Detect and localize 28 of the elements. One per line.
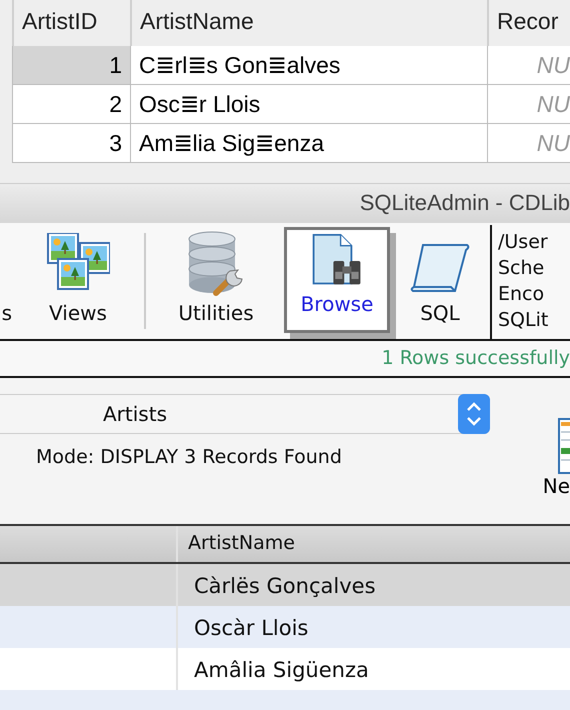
table-select[interactable]: Artists	[0, 394, 490, 434]
database-info-line: Enco	[498, 282, 546, 307]
table-cell: 2	[12, 85, 130, 124]
table-cell: C≣rl≣s Gon≣alves	[130, 46, 487, 85]
database-info-line: Sche	[498, 256, 546, 281]
toolbar-button[interactable]: SQL	[398, 222, 482, 339]
table-cell: NU	[487, 124, 570, 163]
table-cell: NU	[487, 85, 570, 124]
mode-text: Mode: DISPLAY 3 Records Found	[36, 446, 343, 468]
new-button[interactable]: Ne	[540, 418, 570, 498]
window-title: SQLiteAdmin - CDLib	[360, 190, 570, 216]
table-row[interactable]: Càrlës Gonçalves	[0, 564, 570, 606]
table-cell-text: Oscàr Llois	[193, 615, 310, 642]
table-cell: Am≣lia Sig≣enza	[130, 124, 487, 163]
table-cell: Osc≣r Llois	[130, 85, 487, 124]
status-message: 1 Rows successfully	[382, 347, 570, 370]
toolbar-button[interactable]: Utilities	[156, 222, 276, 339]
stepper-icon	[458, 394, 490, 434]
table-row[interactable]: Oscàr Llois	[0, 606, 570, 648]
table-cell: 3	[12, 124, 130, 163]
table-cell: 1	[12, 46, 130, 85]
toolbar-button[interactable]: s	[0, 222, 12, 339]
table-cell-text: Amâlia Sigüenza	[193, 657, 370, 684]
database-info-line: SQLit	[498, 308, 548, 333]
table-cell-text: Càrlës Gonçalves	[193, 573, 377, 600]
database-info-line: /User	[498, 230, 548, 255]
table-cell: NU	[487, 46, 570, 85]
toolbar-button[interactable]: Views	[18, 222, 138, 339]
